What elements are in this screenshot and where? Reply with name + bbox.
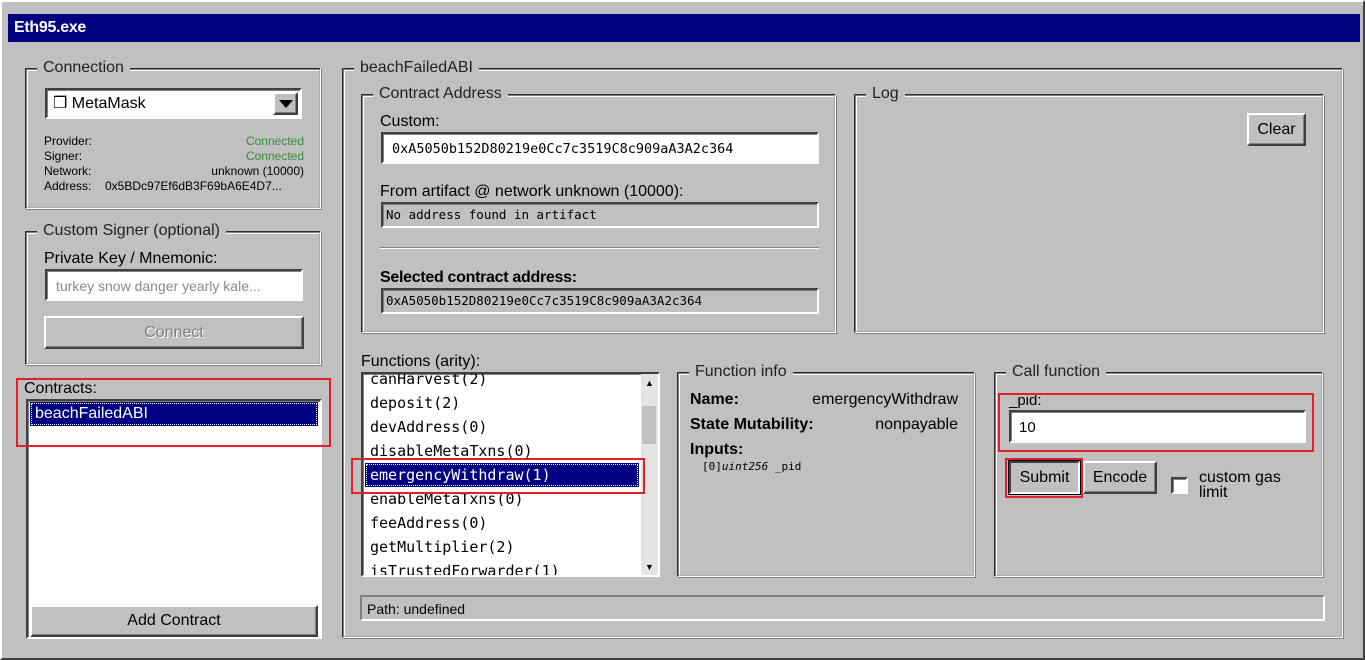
custom-gas-label-2: limit <box>1199 484 1228 501</box>
artifact-label: From artifact @ network unknown (10000): <box>380 183 684 200</box>
submit-button[interactable]: Submit <box>1009 461 1080 494</box>
artifact-address-value: No address found in artifact <box>386 207 597 222</box>
selected-address-label: Selected contract address: <box>380 269 577 286</box>
functions-list[interactable]: canHarvest(2) deposit(2) devAddress(0) d… <box>361 372 660 577</box>
functions-label: Functions (arity): <box>361 353 481 370</box>
fn-name-value: emergencyWithdraw <box>812 391 958 408</box>
address-label: Address: <box>44 179 92 193</box>
fn-input-type: uint256 <box>721 460 769 473</box>
function-item[interactable]: canHarvest(2) <box>365 374 639 391</box>
path-status-bar: Path: undefined <box>360 595 1325 621</box>
wallet-select[interactable]: ❒ MetaMask <box>45 88 302 119</box>
function-item[interactable]: getMultiplier(2) <box>365 535 639 559</box>
custom-address-value: 0xA5050b152D80219e0Cc7c3519C8c909aA3A2c3… <box>392 141 734 157</box>
fn-input-name: _pid <box>768 460 802 473</box>
param-label: _pid: <box>1009 392 1042 409</box>
scroll-up-icon[interactable]: ▲ <box>645 378 654 388</box>
functions-scrollbar[interactable]: ▲ ▼ <box>641 374 658 575</box>
selected-address-value: 0xA5050b152D80219e0Cc7c3519C8c909aA3A2c3… <box>386 293 703 308</box>
provider-label: Provider: <box>44 134 93 148</box>
scroll-thumb[interactable] <box>642 406 656 444</box>
clear-button[interactable]: Clear <box>1247 113 1306 146</box>
add-contract-label: Add Contract <box>127 612 221 629</box>
fn-mutability-label: State Mutability: <box>690 416 814 433</box>
main-legend: beachFailedABI <box>354 59 479 77</box>
submit-button-label: Submit <box>1019 469 1070 486</box>
selected-address-field: 0xA5050b152D80219e0Cc7c3519C8c909aA3A2c3… <box>381 288 819 314</box>
connect-button-label: Connect <box>144 324 204 341</box>
fn-mutability-value: nonpayable <box>875 416 958 433</box>
custom-gas-checkbox[interactable] <box>1171 477 1188 494</box>
function-item[interactable]: enableMetaTxns(0) <box>365 487 639 511</box>
private-key-placeholder: turkey snow danger yearly kale... <box>56 278 261 294</box>
contracts-label: Contracts: <box>24 380 97 397</box>
provider-value: Connected <box>245 134 304 148</box>
signer-label: Signer: <box>44 149 83 163</box>
function-item-selected[interactable]: emergencyWithdraw(1) <box>365 463 639 487</box>
private-key-input[interactable]: turkey snow danger yearly kale... <box>45 269 303 301</box>
contract-address-legend: Contract Address <box>373 85 508 103</box>
encode-button-label: Encode <box>1092 469 1148 486</box>
fn-input-0: [0]uint256 _pid <box>702 458 801 476</box>
param-input[interactable]: 10 <box>1009 410 1306 443</box>
custom-address-input[interactable]: 0xA5050b152D80219e0Cc7c3519C8c909aA3A2c3… <box>381 132 819 164</box>
fn-name-label: Name: <box>690 391 739 408</box>
param-value: 10 <box>1019 419 1036 436</box>
address-value: 0x5BDc97Ef6dB3F69bA6E4D7... <box>105 179 282 193</box>
custom-address-label: Custom: <box>380 113 440 130</box>
contracts-list[interactable]: beachFailedABI Add Contract <box>26 399 322 639</box>
function-info-legend: Function info <box>689 363 793 381</box>
function-item[interactable]: devAddress(0) <box>365 415 639 439</box>
private-key-label: Private Key / Mnemonic: <box>44 250 218 267</box>
function-item[interactable]: feeAddress(0) <box>365 511 639 535</box>
add-contract-button[interactable]: Add Contract <box>30 605 318 637</box>
signer-value: Connected <box>245 149 304 163</box>
wallet-selected-value: ❒ MetaMask <box>53 95 146 112</box>
dropdown-button[interactable] <box>273 92 298 115</box>
function-item[interactable]: deposit(2) <box>365 391 639 415</box>
custom-signer-legend: Custom Signer (optional) <box>37 222 226 240</box>
connect-button[interactable]: Connect <box>44 316 304 349</box>
scroll-down-icon[interactable]: ▼ <box>645 562 654 572</box>
network-value: unknown (10000) <box>211 164 304 178</box>
artifact-address-field: No address found in artifact <box>381 202 819 228</box>
call-function-legend: Call function <box>1006 363 1107 381</box>
separator-line <box>380 247 819 249</box>
function-item[interactable]: isTrustedForwarder(1) <box>365 559 639 575</box>
fn-input-index: [0] <box>702 460 722 473</box>
app-window: Eth95.exe Connection ❒ MetaMask Provider… <box>0 0 1365 660</box>
chevron-down-icon <box>279 100 293 108</box>
network-label: Network: <box>44 164 92 178</box>
function-item[interactable]: disableMetaTxns(0) <box>365 439 639 463</box>
path-text: Path: undefined <box>367 601 466 617</box>
connection-legend: Connection <box>37 59 130 77</box>
log-legend: Log <box>866 85 905 103</box>
fn-inputs-label: Inputs: <box>690 441 744 458</box>
clear-button-label: Clear <box>1257 121 1296 138</box>
contract-item-beachfailedabi[interactable]: beachFailedABI <box>30 402 318 426</box>
encode-button[interactable]: Encode <box>1083 461 1157 494</box>
window-title: Eth95.exe <box>8 14 1360 42</box>
